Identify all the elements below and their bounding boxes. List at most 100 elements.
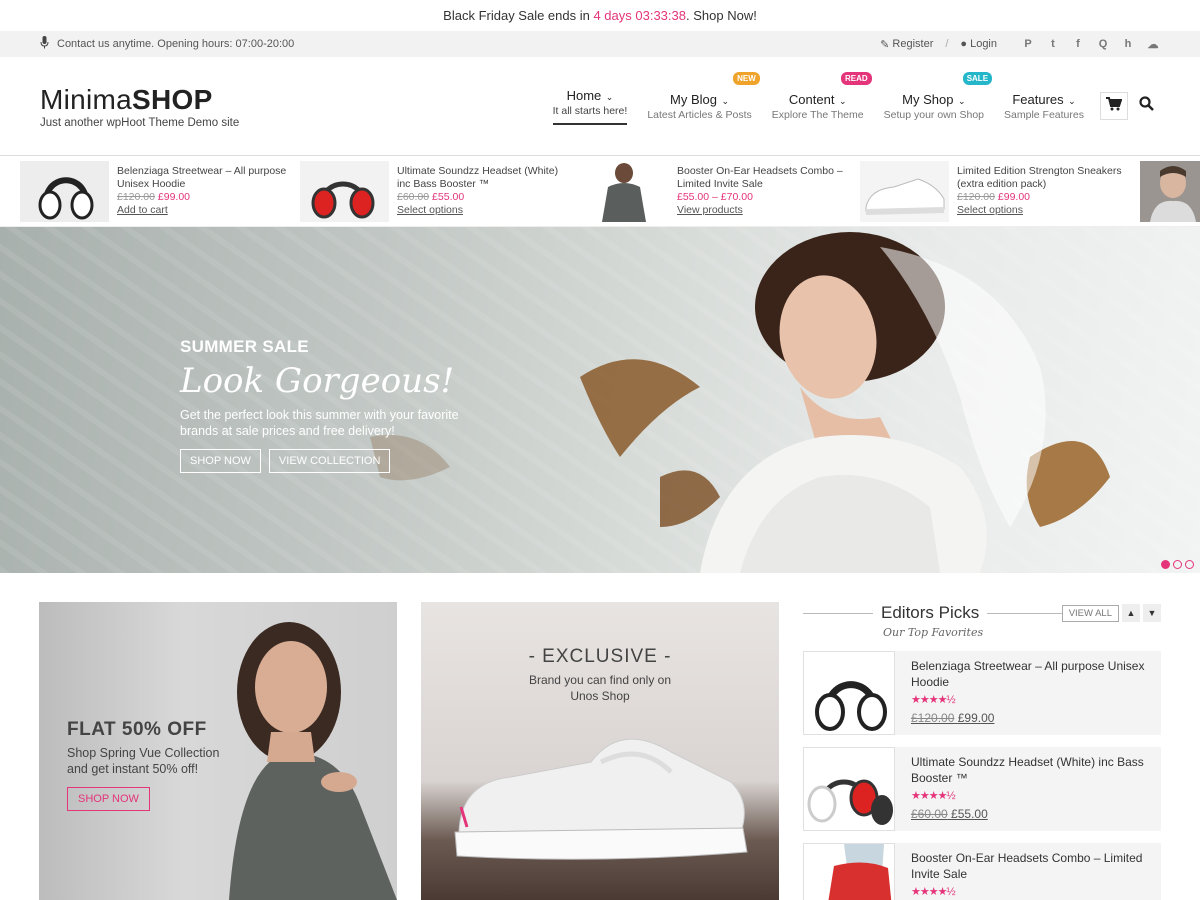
announcement-bar[interactable]: Black Friday Sale ends in 4 days 03:33:3… [0, 0, 1200, 31]
view-all-button[interactable]: VIEW ALL [1061, 604, 1119, 622]
cart-button[interactable] [1100, 92, 1128, 120]
select-options-link[interactable]: Select options [957, 204, 1132, 217]
nav-sublabel: It all starts here! [552, 105, 628, 125]
ticker-product-name[interactable]: Limited Edition Strengton Sneakers (extr… [957, 165, 1132, 191]
product-thumbnail[interactable] [580, 160, 669, 222]
star-rating: ★★★★½ [911, 886, 956, 898]
slide-dot-1[interactable] [1161, 560, 1170, 569]
slide-dot-3[interactable] [1185, 560, 1194, 569]
login-link[interactable]: ● Login [960, 38, 997, 50]
pick-item[interactable]: Ultimate Soundzz Headset (White) inc Bas… [803, 747, 1161, 831]
chevron-up-icon[interactable]: ▲ [1122, 604, 1140, 622]
product-thumbnail[interactable] [300, 160, 389, 222]
top-bar: Contact us anytime. Opening hours: 07:00… [0, 31, 1200, 57]
ticker-product-price: £120.00 £99.00 [957, 191, 1132, 204]
product-thumbnail[interactable] [20, 160, 109, 222]
pick-price: £120.00 £99.00 [911, 710, 1161, 726]
ticker-item-partial[interactable] [1140, 160, 1200, 222]
nav-label: My Shop [902, 91, 954, 107]
pinterest-icon[interactable]: P [1021, 37, 1035, 51]
search-icon [1138, 96, 1154, 116]
nav-badge-new: NEW [733, 71, 760, 85]
nav-label: Features [1012, 91, 1064, 107]
chevron-down-icon[interactable]: ▼ [1143, 604, 1161, 622]
old-price: £60.00 [397, 191, 430, 203]
select-options-link[interactable]: Select options [397, 204, 572, 217]
pick-item[interactable]: Booster On-Ear Headsets Combo – Limited … [803, 843, 1161, 900]
product-thumbnail[interactable] [803, 651, 895, 735]
old-price: £120.00 [957, 191, 995, 203]
hero-caption: SUMMER SALE Look Gorgeous! Get the perfe… [180, 337, 480, 473]
cart-icon [1106, 96, 1123, 116]
site-branding[interactable]: MinimaSHOP Just another wpHoot Theme Dem… [40, 84, 239, 129]
nav-item-home[interactable]: Home ⌄ It all starts here! [543, 88, 638, 125]
shop-now-button[interactable]: SHOP NOW [180, 449, 261, 473]
nav-item-my-blog[interactable]: NEW My Blog ⌄ Latest Articles & Posts [637, 71, 761, 121]
sale-price: £55.00 [432, 191, 465, 203]
main-nav: Home ⌄ It all starts here! NEW My Blog ⌄… [543, 71, 1160, 125]
countdown-timer: 4 days 03:33:38 [593, 8, 686, 23]
ticker-product-name[interactable]: Belenziaga Streetwear – All purpose Unis… [117, 165, 292, 191]
star-rating: ★★★★½ [911, 790, 956, 802]
pick-item[interactable]: Belenziaga Streetwear – All purpose Unis… [803, 651, 1161, 735]
view-products-link[interactable]: View products [677, 204, 852, 217]
nav-badge-read: READ [840, 71, 872, 85]
product-thumbnail[interactable] [803, 843, 895, 900]
chevron-down-icon: ⌄ [1065, 95, 1076, 106]
hero-description: Get the perfect look this summer with yo… [180, 408, 459, 438]
view-collection-button[interactable]: VIEW COLLECTION [268, 449, 391, 473]
ticker-item[interactable]: Ultimate Soundzz Headset (White) inc Bas… [300, 160, 580, 222]
houzz-icon[interactable]: h [1121, 37, 1135, 51]
quora-icon[interactable]: Q [1096, 37, 1110, 51]
star-rating: ★★★★½ [911, 694, 956, 706]
soundcloud-icon[interactable]: ☁ [1146, 37, 1160, 51]
nav-item-features[interactable]: Features ⌄ Sample Features [994, 92, 1094, 121]
nav-item-content[interactable]: READ Content ⌄ Explore The Theme [762, 71, 874, 121]
divider: / [945, 38, 949, 50]
chevron-down-icon: ⌄ [955, 95, 966, 106]
site-tagline: Just another wpHoot Theme Demo site [40, 116, 240, 129]
ticker-product-price: £120.00 £99.00 [117, 191, 292, 204]
product-thumbnail[interactable] [803, 747, 895, 831]
editors-picks-widget: Editors Picks VIEW ALL ▲ ▼ Our Top Favor… [803, 602, 1161, 900]
contact-text: Contact us anytime. Opening hours: 07:00… [57, 38, 295, 50]
ticker-product-name[interactable]: Booster On-Ear Headsets Combo – Limited … [677, 165, 852, 191]
nav-sublabel: Explore The Theme [771, 108, 864, 121]
promo-shop-now-button[interactable]: SHOP NOW [67, 787, 150, 811]
product-thumbnail[interactable] [860, 160, 949, 222]
slider-dots [1161, 560, 1194, 569]
ticker-item[interactable]: Booster On-Ear Headsets Combo – Limited … [580, 160, 860, 222]
pick-product-name[interactable]: Belenziaga Streetwear – All purpose Unis… [911, 658, 1161, 690]
nav-item-my-shop[interactable]: SALE My Shop ⌄ Setup your own Shop [874, 71, 994, 121]
product-thumbnail[interactable] [1140, 160, 1200, 222]
microphone-icon [40, 36, 49, 52]
slide-dot-2[interactable] [1173, 560, 1182, 569]
ticker-product-name[interactable]: Ultimate Soundzz Headset (White) inc Bas… [397, 165, 572, 191]
hero-slider[interactable]: SUMMER SALE Look Gorgeous! Get the perfe… [0, 227, 1200, 573]
chevron-down-icon: ⌄ [719, 95, 730, 106]
old-price: £120.00 [117, 191, 155, 203]
facebook-icon[interactable]: f [1071, 37, 1085, 51]
divider [987, 612, 1062, 614]
product-ticker: Belenziaga Streetwear – All purpose Unis… [0, 156, 1200, 227]
promo-flat-50[interactable]: FLAT 50% OFF Shop Spring Vue Collection … [39, 602, 397, 900]
pick-product-name[interactable]: Booster On-Ear Headsets Combo – Limited … [911, 850, 1161, 882]
search-button[interactable] [1132, 92, 1160, 120]
register-label: Register [892, 38, 934, 50]
promo-exclusive[interactable]: - EXCLUSIVE - Brand you can find only on… [421, 602, 779, 900]
login-label: Login [970, 38, 997, 50]
add-to-cart-link[interactable]: Add to cart [117, 204, 292, 217]
sale-price: £99.00 [997, 191, 1031, 203]
ticker-product-price: £60.00 £55.00 [397, 191, 572, 204]
promo-title: - EXCLUSIVE - [528, 646, 672, 667]
announce-suffix[interactable]: . Shop Now! [686, 8, 757, 23]
nav-sublabel: Sample Features [1004, 108, 1084, 121]
ticker-item[interactable]: Belenziaga Streetwear – All purpose Unis… [20, 160, 300, 222]
register-link[interactable]: ✎ Register [880, 38, 933, 51]
twitter-icon[interactable]: t [1046, 37, 1060, 51]
ticker-item[interactable]: Limited Edition Strengton Sneakers (extr… [860, 160, 1140, 222]
pick-product-name[interactable]: Ultimate Soundzz Headset (White) inc Bas… [911, 754, 1161, 786]
site-logo[interactable]: MinimaSHOP [40, 84, 239, 116]
announce-prefix: Black Friday Sale ends in [443, 8, 594, 23]
old-price: £60.00 [911, 807, 948, 821]
